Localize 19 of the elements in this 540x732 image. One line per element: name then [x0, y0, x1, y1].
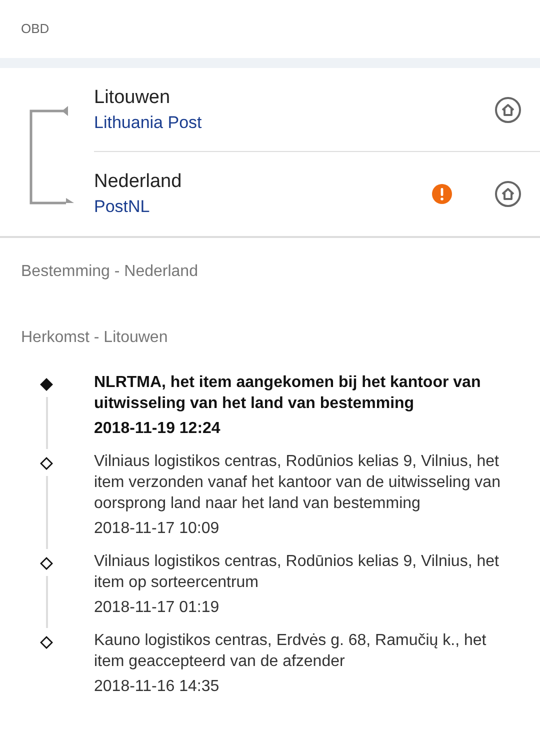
event-time: 2018-11-16 14:35 — [94, 677, 220, 697]
route-row[interactable]: Litouwen Lithuania Post — [94, 68, 540, 152]
carrier-name[interactable]: Lithuania Post — [94, 110, 494, 134]
home-icon[interactable] — [494, 96, 522, 124]
carrier-name[interactable]: PostNL — [94, 195, 432, 219]
home-icon[interactable] — [494, 180, 522, 208]
route-row[interactable]: Nederland PostNL — [94, 152, 540, 236]
event-description: Vilniaus logistikos centras, Rodūnios kelias 9, Vilnius, het item op sorteercentrum — [94, 552, 500, 593]
event-description: Vilniaus logistikos centras, Rodūnios kelias 9, Vilnius, het item verzonden vanaf het kantoor van de uitwisseling van oorsprong land naar het land van bestemming — [94, 452, 502, 514]
event-description: Kauno logistikos centras, Erdvės g. 68, Ramučių k., het item geaccepteerd van de afzender — [94, 631, 488, 672]
event-time: 2018-11-17 01:19 — [94, 598, 220, 618]
event-time: 2018-11-19 12:24 — [94, 419, 222, 439]
header-title: OBD — [21, 20, 50, 38]
event-time: 2018-11-17 10:09 — [94, 519, 220, 539]
event-description: NLRTMA, het item aangekomen bij het kantoor van uitwisseling van het land van bestemming — [94, 373, 482, 414]
country-name: Litouwen — [94, 86, 172, 110]
origin-label: Herkomst - Litouwen — [21, 329, 168, 346]
country-name: Nederland — [94, 170, 183, 194]
destination-label: Bestemming - Nederland — [21, 263, 198, 280]
